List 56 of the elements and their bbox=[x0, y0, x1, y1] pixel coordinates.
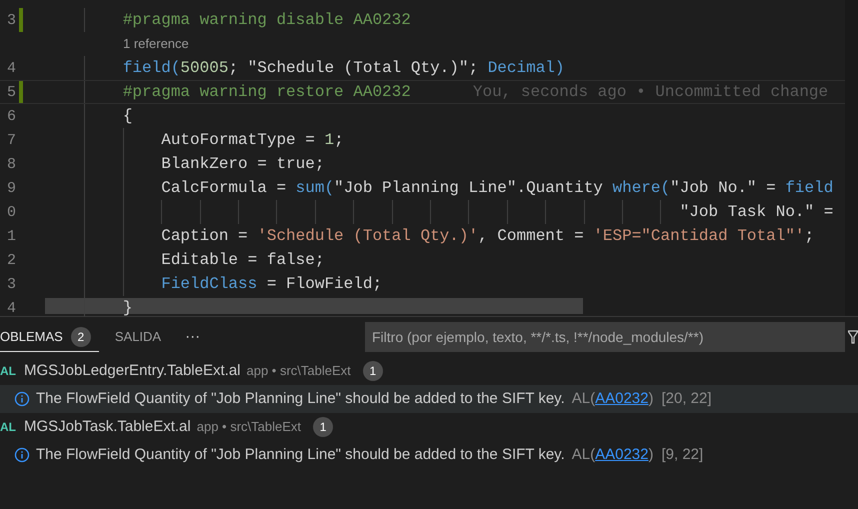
line-number: 0 bbox=[6, 204, 16, 221]
line-number: 6 bbox=[6, 108, 16, 125]
code-line: { bbox=[122, 106, 132, 127]
problem-item[interactable]: The FlowField Quantity of "Job Planning Line" should be added to the SIFT key. AL(AA0232) [20, 22] bbox=[0, 385, 858, 413]
code-line: field(50005; "Schedule (Total Qty.)"; Decimal) bbox=[122, 58, 564, 79]
code-line: "Job Task No." = bbox=[678, 202, 834, 223]
file-path: app • src\TableExt bbox=[196, 418, 302, 436]
info-icon bbox=[14, 391, 30, 407]
code-line: FieldClass = FlowField; bbox=[160, 274, 382, 295]
problem-item[interactable]: The FlowField Quantity of "Job Planning Line" should be added to the SIFT key. AL(AA0232) [9, 22] bbox=[0, 441, 858, 469]
code-line: BlankZero = true; bbox=[160, 154, 324, 175]
line-number: 2 bbox=[6, 252, 16, 269]
horizontal-scrollbar[interactable] bbox=[45, 298, 583, 314]
count-badge: 2 bbox=[70, 326, 91, 346]
problem-position: [20, 22] bbox=[661, 388, 712, 409]
info-icon bbox=[14, 447, 30, 463]
vertical-scrollbar[interactable] bbox=[845, 0, 858, 316]
problem-position: [9, 22] bbox=[661, 444, 704, 465]
line-number: 4 bbox=[6, 300, 16, 316]
file-path: app • src\TableExt bbox=[246, 362, 351, 380]
filter-field[interactable]: Filtro (por ejemplo, texto, **/*.ts, !**/node_modules/**) bbox=[365, 322, 845, 352]
code-line: Editable = false; bbox=[160, 250, 324, 271]
count-badge: 1 bbox=[313, 417, 334, 437]
line-number: 4 bbox=[6, 60, 16, 77]
problem-message: The FlowField Quantity of "Job Planning Line" should be added to the SIFT key. bbox=[36, 444, 565, 465]
rule-link[interactable]: AA0232 bbox=[595, 388, 648, 410]
line-number: 7 bbox=[6, 132, 16, 149]
code-line: #pragma warning restore AA0232 bbox=[122, 82, 411, 103]
blame-annotation: You, seconds ago • Uncommitted change bbox=[472, 82, 828, 103]
code-line: CalcFormula = sum("Job Planning Line".Quantity where("Job No." = field bbox=[160, 178, 834, 199]
count-badge: 1 bbox=[362, 361, 383, 381]
al-file-icon: AL bbox=[0, 362, 18, 380]
line-number: 5 bbox=[6, 84, 16, 101]
problem-source-end: ) bbox=[648, 388, 654, 409]
line-number: 3 bbox=[6, 276, 16, 293]
code-line: #pragma warning disable AA0232 bbox=[122, 10, 411, 31]
filter-icon[interactable] bbox=[848, 330, 858, 344]
line-number: 8 bbox=[6, 156, 16, 173]
rule-link[interactable]: AA0232 bbox=[595, 444, 648, 466]
more-actions-button[interactable]: ··· bbox=[177, 326, 208, 348]
file-name[interactable]: MGSJobTask.TableExt.al bbox=[24, 416, 191, 438]
problem-source: AL( bbox=[572, 444, 596, 465]
al-file-icon: AL bbox=[0, 418, 18, 436]
problem-source-end: ) bbox=[648, 444, 654, 465]
code-line: AutoFormatType = 1; bbox=[160, 130, 344, 151]
line-number: 3 bbox=[6, 12, 16, 29]
line-number: 9 bbox=[6, 180, 16, 197]
file-name[interactable]: MGSJobLedgerEntry.TableExt.al bbox=[24, 360, 240, 382]
panel-tab[interactable]: OBLEMAS 2 bbox=[0, 322, 99, 352]
panel-tab[interactable]: SALIDA bbox=[98, 322, 178, 352]
line-number: 1 bbox=[6, 228, 16, 245]
problem-source: AL( bbox=[572, 388, 596, 409]
problem-message: The FlowField Quantity of "Job Planning Line" should be added to the SIFT key. bbox=[36, 388, 565, 409]
code-line: } bbox=[122, 298, 132, 316]
code-line: Caption = 'Schedule (Total Qty.)', Comment = 'ESP="Cantidad Total"'; bbox=[160, 226, 814, 247]
codelens-reference[interactable]: 1 reference bbox=[123, 34, 189, 54]
